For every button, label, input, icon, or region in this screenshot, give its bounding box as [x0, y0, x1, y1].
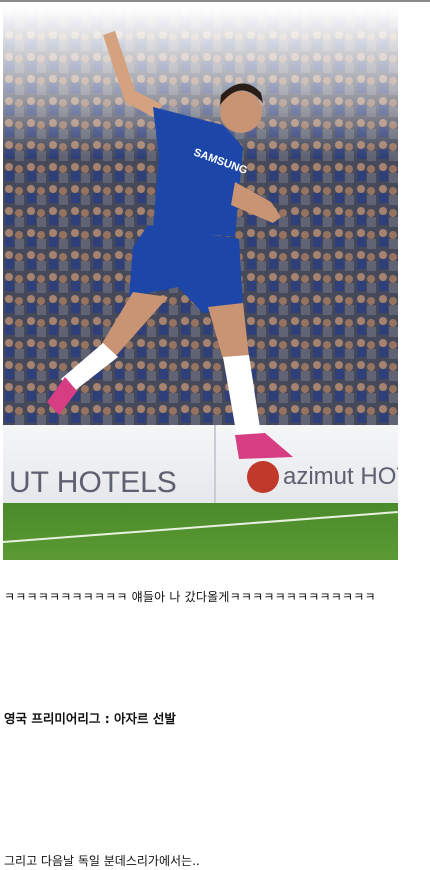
top-divider [0, 0, 430, 2]
sponsor-logo-icon [247, 461, 279, 493]
sponsor-board-right: azimut HOTE [283, 463, 398, 490]
post-text-bundesliga: 그리고 다음날 독일 분데스리가에서는.. [4, 854, 200, 868]
sponsor-board-left: UT HOTELS [9, 466, 177, 499]
post-photo[interactable]: UT HOTELS azimut HOTE SAMSUNG [3, 7, 398, 560]
post-text-laugh: ㅋㅋㅋㅋㅋㅋㅋㅋㅋㅋㅋ 얘들아 나 갔다올게ㅋㅋㅋㅋㅋㅋㅋㅋㅋㅋㅋㅋㅋ [4, 590, 376, 604]
post-heading-premier-league: 영국 프리미어리그 : 아자르 선발 [4, 711, 176, 726]
pitch [3, 503, 398, 560]
